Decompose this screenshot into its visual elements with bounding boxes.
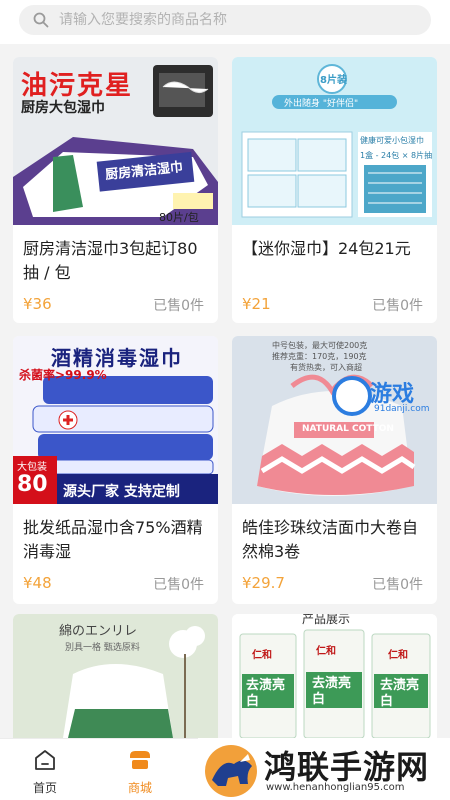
image-tube-text: 去渍亮白: [312, 676, 352, 707]
search-input[interactable]: [59, 12, 399, 28]
home-icon: [35, 750, 55, 770]
product-sold-count: 已售0件: [372, 577, 423, 593]
watermark-url: www.henanhonglian95.com: [266, 782, 405, 793]
image-slogan: 源头厂家 支持定制: [63, 484, 180, 500]
product-sold-count: 已售0件: [372, 298, 423, 314]
product-image: 产品展示 仁和 仁和 仁和 去渍亮白 去渍亮白 去渍亮白: [232, 614, 437, 738]
site-watermark: 鸿联手游网 www.henanhonglian95.com: [198, 738, 450, 800]
image-badge: 80片/包: [159, 211, 199, 224]
product-card[interactable]: 中号包装，最大可使200克 推荐克重：170克，190克 有货热卖，可入商超 N…: [232, 336, 437, 604]
image-tube-text: 去渍亮白: [246, 678, 286, 709]
product-price: ¥21: [242, 295, 271, 313]
product-card[interactable]: 酒精消毒湿巾 杀菌率>99.9% 大包装 80 源头厂家 支持定制 批发纸品湿巾…: [13, 336, 218, 604]
product-title: 批发纸品湿巾含75%酒精消毒湿: [23, 518, 203, 561]
tab-home[interactable]: 首页: [0, 739, 90, 800]
product-price: ¥48: [23, 574, 52, 592]
product-price: ¥29.7: [242, 574, 285, 592]
image-bag-label: NATURAL COTTON: [302, 424, 394, 434]
product-card[interactable]: 8片装 外出随身 "好伴侣" 健康可爱小包湿巾 1盒 - 24包 × 8片抽 【…: [232, 57, 437, 323]
product-image: 油污克星 厨房大包湿巾 厨房清洁湿巾 80片/包: [13, 57, 218, 225]
product-card[interactable]: 綿のエンリレ 別具一格 甄选原料: [13, 614, 218, 738]
image-line-2: 推荐克重：170克，190克: [272, 352, 367, 361]
product-price: ¥36: [23, 295, 52, 313]
image-badge-top: 大包装: [17, 462, 47, 473]
product-card[interactable]: 产品展示 仁和 仁和 仁和 去渍亮白 去渍亮白 去渍亮白: [232, 614, 437, 738]
image-ribbon: 外出随身 "好伴侣": [284, 99, 359, 109]
image-label-1: 健康可爱小包湿巾: [360, 136, 424, 145]
image-line-3: 有货热卖，可入商超: [290, 363, 362, 372]
image-label-2: 1盒 - 24包 × 8片抽: [360, 151, 433, 160]
search-icon: [33, 12, 49, 28]
image-brand: 仁和: [316, 646, 336, 657]
search-bar-container: [0, 0, 450, 44]
image-brand: 仁和: [252, 650, 272, 661]
watermark-logo-icon: [205, 745, 257, 797]
image-badge: 8片装: [320, 75, 347, 86]
product-card[interactable]: 油污克星 厨房大包湿巾 厨房清洁湿巾 80片/包 厨房清洁湿巾3包起订80抽 /…: [13, 57, 218, 323]
image-line-1: 綿のエンリレ: [59, 624, 138, 639]
product-image: 中号包装，最大可使200克 推荐克重：170克，190克 有货热卖，可入商超 N…: [232, 336, 437, 504]
image-subtitle: 厨房大包湿巾: [21, 100, 105, 116]
image-header: 产品展示: [302, 614, 351, 626]
product-title: 厨房清洁湿巾3包起订80抽 / 包: [23, 239, 198, 282]
image-line-1: 中号包装，最大可使200克: [272, 341, 368, 350]
image-tube-text: 去渍亮白: [380, 678, 420, 709]
product-image: 8片装 外出随身 "好伴侣" 健康可爱小包湿巾 1盒 - 24包 × 8片抽: [232, 57, 437, 225]
product-sold-count: 已售0件: [153, 577, 204, 593]
product-sold-count: 已售0件: [153, 298, 204, 314]
image-subtitle: 杀菌率>99.9%: [19, 368, 107, 382]
store-icon: [130, 751, 150, 769]
search-bar[interactable]: [19, 5, 431, 35]
product-title: 皓佳珍珠纹洁面巾大卷自然棉3卷: [242, 518, 419, 561]
image-line-2: 別具一格 甄选原料: [65, 643, 140, 653]
image-brand: 仁和: [388, 650, 408, 661]
image-badge-number: 80: [17, 472, 48, 497]
tab-mall-label: 商城: [127, 781, 152, 795]
tab-home-label: 首页: [32, 781, 57, 795]
watermark-overlay-url: 91danji.com: [374, 404, 430, 414]
product-title: 【迷你湿巾】24包21元: [242, 239, 411, 258]
product-image: 綿のエンリレ 別具一格 甄选原料: [13, 614, 218, 738]
tab-mall[interactable]: 商城: [95, 739, 185, 800]
product-image: 酒精消毒湿巾 杀菌率>99.9% 大包装 80 源头厂家 支持定制: [13, 336, 218, 504]
